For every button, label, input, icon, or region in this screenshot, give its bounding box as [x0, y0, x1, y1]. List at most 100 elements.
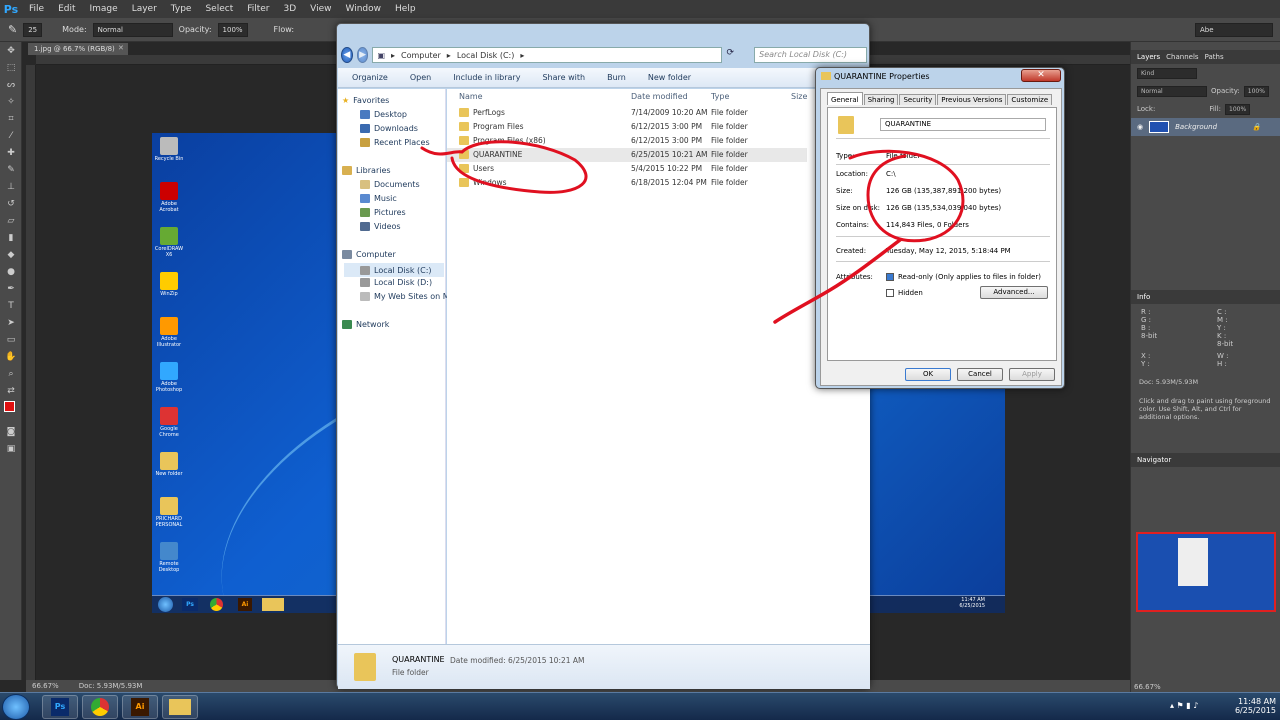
start-orb-icon[interactable] [2, 694, 30, 720]
type-tool-icon[interactable]: T [0, 297, 22, 314]
stamp-tool-icon[interactable]: ⊥ [0, 178, 22, 195]
hidden-checkbox[interactable] [886, 289, 894, 297]
mode-select[interactable]: Normal [92, 22, 173, 37]
open-button[interactable]: Open [410, 73, 431, 82]
taskbar-illustrator-icon[interactable]: Ai [122, 695, 158, 719]
marquee-tool-icon[interactable]: ⬚ [0, 59, 22, 76]
taskbar-explorer-icon[interactable] [162, 695, 198, 719]
file-row[interactable]: Users 5/4/2015 10:22 PM File folder [447, 162, 807, 176]
nav-videos[interactable]: Videos [360, 222, 401, 231]
zoom-tool-icon[interactable]: ⌕ [0, 365, 22, 382]
shape-tool-icon[interactable]: ▭ [0, 331, 22, 348]
column-size[interactable]: Size [791, 92, 807, 101]
foreground-color-swatch[interactable] [4, 401, 15, 412]
eyedropper-tool-icon[interactable]: ⁄ [0, 127, 22, 144]
address-bar[interactable]: ▣ ▸ Computer ▸ Local Disk (C:) ▸ [372, 47, 723, 63]
nav-local-disk-c[interactable]: Local Disk (C:) [344, 263, 444, 277]
nav-recent-places[interactable]: Recent Places [360, 138, 430, 147]
menu-help[interactable]: Help [388, 0, 423, 18]
readonly-checkbox[interactable] [886, 273, 894, 281]
tab-layers[interactable]: Layers [1137, 53, 1160, 61]
back-arrow-icon[interactable]: ◀ [341, 47, 353, 63]
taskbar-photoshop-icon[interactable]: Ps [42, 695, 78, 719]
column-name[interactable]: Name [459, 92, 483, 101]
menu-file[interactable]: File [22, 0, 51, 18]
swap-colors-icon[interactable]: ⇄ [0, 382, 22, 399]
menu-window[interactable]: Window [339, 0, 389, 18]
search-input[interactable]: Search Local Disk (C:) [754, 47, 868, 63]
document-tab[interactable]: 1.jpg @ 66.7% (RGB/8) [28, 43, 128, 55]
nav-music[interactable]: Music [360, 194, 397, 203]
nav-desktop[interactable]: Desktop [360, 110, 407, 119]
close-tab-icon[interactable]: ✕ [118, 44, 124, 52]
nav-documents[interactable]: Documents [360, 180, 420, 189]
taskbar-chrome-icon[interactable] [82, 695, 118, 719]
tab-security[interactable]: Security [899, 94, 937, 105]
tab-sharing[interactable]: Sharing [863, 94, 899, 105]
nav-pictures[interactable]: Pictures [360, 208, 406, 217]
crop-tool-icon[interactable]: ⌗ [0, 110, 22, 127]
menu-image[interactable]: Image [83, 0, 125, 18]
file-row[interactable]: PerfLogs 7/14/2009 10:20 AM File folder [447, 106, 807, 120]
cancel-button[interactable]: Cancel [957, 368, 1003, 381]
menu-type[interactable]: Type [164, 0, 199, 18]
share-with-menu[interactable]: Share with [542, 73, 585, 82]
eraser-tool-icon[interactable]: ▱ [0, 212, 22, 229]
include-in-library-menu[interactable]: Include in library [453, 73, 520, 82]
organize-menu[interactable]: Organize [352, 73, 388, 82]
layer-kind-filter[interactable]: Kind [1137, 67, 1197, 79]
folder-name-input[interactable]: QUARANTINE [880, 118, 1046, 131]
blend-mode-select[interactable]: Normal [1137, 85, 1207, 97]
screen-mode-icon[interactable]: ▣ [0, 440, 22, 457]
tab-paths[interactable]: Paths [1205, 53, 1224, 61]
file-row[interactable]: Program Files (x86) 6/12/2015 3:00 PM File… [447, 134, 807, 148]
healing-tool-icon[interactable]: ✚ [0, 144, 22, 161]
hand-tool-icon[interactable]: ✋ [0, 348, 22, 365]
nav-downloads[interactable]: Downloads [360, 124, 418, 133]
column-date[interactable]: Date modified [631, 92, 688, 101]
nav-computer[interactable]: Computer [342, 250, 396, 259]
tray-icons[interactable]: ▴ ⚑ ▮ ♪ [1170, 701, 1198, 710]
menu-layer[interactable]: Layer [125, 0, 164, 18]
nav-network[interactable]: Network [342, 320, 389, 329]
workspace-select[interactable]: Abe [1195, 22, 1273, 37]
zoom-level[interactable]: 66.67% [32, 682, 59, 690]
nav-web-sites[interactable]: My Web Sites on MS [360, 292, 455, 301]
dodge-tool-icon[interactable]: ● [0, 263, 22, 280]
file-row[interactable]: QUARANTINE 6/25/2015 10:21 AM File folder [447, 148, 807, 162]
menu-select[interactable]: Select [198, 0, 240, 18]
brush-tool-icon[interactable]: ✎ [8, 23, 17, 36]
pen-tool-icon[interactable]: ✒ [0, 280, 22, 297]
nav-favorites[interactable]: ★ Favorites [342, 96, 389, 105]
column-type[interactable]: Type [711, 92, 729, 101]
color-swatches[interactable] [0, 399, 21, 423]
tab-channels[interactable]: Channels [1166, 53, 1198, 61]
tab-customize[interactable]: Customize [1007, 94, 1053, 105]
ok-button[interactable]: OK [905, 368, 951, 381]
brush-size-picker[interactable]: 25 [23, 22, 43, 37]
fill-field[interactable]: 100% [1225, 103, 1251, 115]
tab-general[interactable]: General [827, 92, 863, 105]
menu-edit[interactable]: Edit [51, 0, 82, 18]
history-brush-tool-icon[interactable]: ↺ [0, 195, 22, 212]
navigator-preview[interactable] [1136, 532, 1276, 612]
new-folder-button[interactable]: New folder [648, 73, 691, 82]
nav-local-disk-d[interactable]: Local Disk (D:) [360, 278, 432, 287]
quick-select-tool-icon[interactable]: ✧ [0, 93, 22, 110]
menu-filter[interactable]: Filter [240, 0, 276, 18]
refresh-icon[interactable]: ⟳ [726, 48, 736, 62]
navigator-zoom[interactable]: 66.67% [1134, 683, 1161, 691]
system-clock[interactable]: 11:48 AM 6/25/2015 [1218, 697, 1276, 715]
close-icon[interactable]: ✕ [1021, 69, 1061, 82]
forward-arrow-icon[interactable]: ▶ [356, 47, 369, 63]
advanced-button[interactable]: Advanced... [980, 286, 1048, 299]
lasso-tool-icon[interactable]: ᔕ [0, 76, 22, 93]
tab-previous-versions[interactable]: Previous Versions [937, 94, 1007, 105]
breadcrumb-local-disk[interactable]: Local Disk (C:) [457, 51, 515, 60]
layer-opacity-field[interactable]: 100% [1243, 85, 1269, 97]
breadcrumb-computer[interactable]: Computer [401, 51, 441, 60]
gradient-tool-icon[interactable]: ▮ [0, 229, 22, 246]
file-row[interactable]: Program Files 6/12/2015 3:00 PM File folde… [447, 120, 807, 134]
blur-tool-icon[interactable]: ◆ [0, 246, 22, 263]
quick-mask-icon[interactable]: ◙ [0, 423, 22, 440]
